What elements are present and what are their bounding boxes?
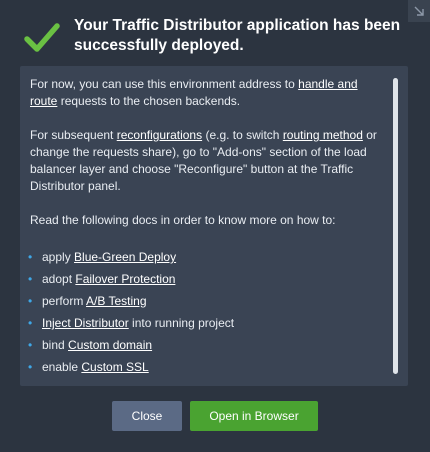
failover-protection-link[interactable]: Failover Protection (75, 272, 175, 286)
blue-green-deploy-link[interactable]: Blue-Green Deploy (74, 250, 176, 264)
intro-paragraph: For now, you can use this environment ad… (30, 76, 380, 110)
bullet-icon: • (28, 338, 33, 352)
ab-testing-link[interactable]: A/B Testing (86, 294, 146, 308)
open-in-browser-button[interactable]: Open in Browser (190, 401, 318, 431)
custom-domain-link[interactable]: Custom domain (68, 338, 152, 352)
doc-text: bind (42, 338, 69, 352)
close-button[interactable]: Close (112, 401, 182, 431)
list-item: • Inject Distributor into running project (28, 312, 380, 334)
reconfig-text: For subsequent (30, 128, 117, 142)
list-item: • enable Custom SSL (28, 356, 380, 378)
bullet-icon: • (28, 316, 33, 330)
dialog-buttons: Close Open in Browser (0, 401, 430, 431)
inject-distributor-link[interactable]: Inject Distributor (42, 316, 129, 330)
bullet-icon: • (28, 272, 33, 286)
dialog-title: Your Traffic Distributor application has… (74, 17, 401, 54)
deploy-success-dialog: Your Traffic Distributor application has… (0, 0, 430, 452)
reconfig-paragraph: For subsequent reconfigurations (e.g. to… (30, 127, 380, 195)
doc-text-end: into running project (128, 316, 235, 330)
doc-text: enable (42, 360, 82, 374)
content-text: For now, you can use this environment ad… (28, 76, 380, 378)
collapse-arrow-icon (414, 6, 424, 16)
list-item: • bind Custom domain (28, 334, 380, 356)
intro-text: For now, you can use this environment ad… (30, 77, 299, 91)
reconfigurations-link[interactable]: reconfigurations (117, 128, 202, 142)
reconfig-text-middle: (e.g. to switch (202, 128, 283, 142)
list-item: • adopt Failover Protection (28, 268, 380, 290)
list-item: • perform A/B Testing (28, 290, 380, 312)
bullet-icon: • (28, 360, 33, 374)
doc-text: adopt (42, 272, 76, 286)
docs-intro: Read the following docs in order to know… (30, 213, 336, 227)
scrollbar[interactable] (393, 78, 398, 374)
intro-text-end: requests to the chosen backends. (57, 94, 241, 108)
list-item: • apply Blue-Green Deploy (28, 246, 380, 268)
checkmark-icon (24, 23, 60, 52)
docs-list: • apply Blue-Green Deploy • adopt Failover… (28, 246, 380, 378)
bullet-icon: • (28, 250, 33, 264)
doc-text: perform (42, 294, 87, 308)
content-panel: For now, you can use this environment ad… (20, 66, 408, 386)
bullet-icon: • (28, 294, 33, 308)
custom-ssl-link[interactable]: Custom SSL (81, 360, 148, 374)
collapse-button[interactable] (408, 0, 430, 22)
dialog-header: Your Traffic Distributor application has… (24, 16, 404, 56)
doc-text: apply (42, 250, 75, 264)
routing-method-link[interactable]: routing method (283, 128, 363, 142)
